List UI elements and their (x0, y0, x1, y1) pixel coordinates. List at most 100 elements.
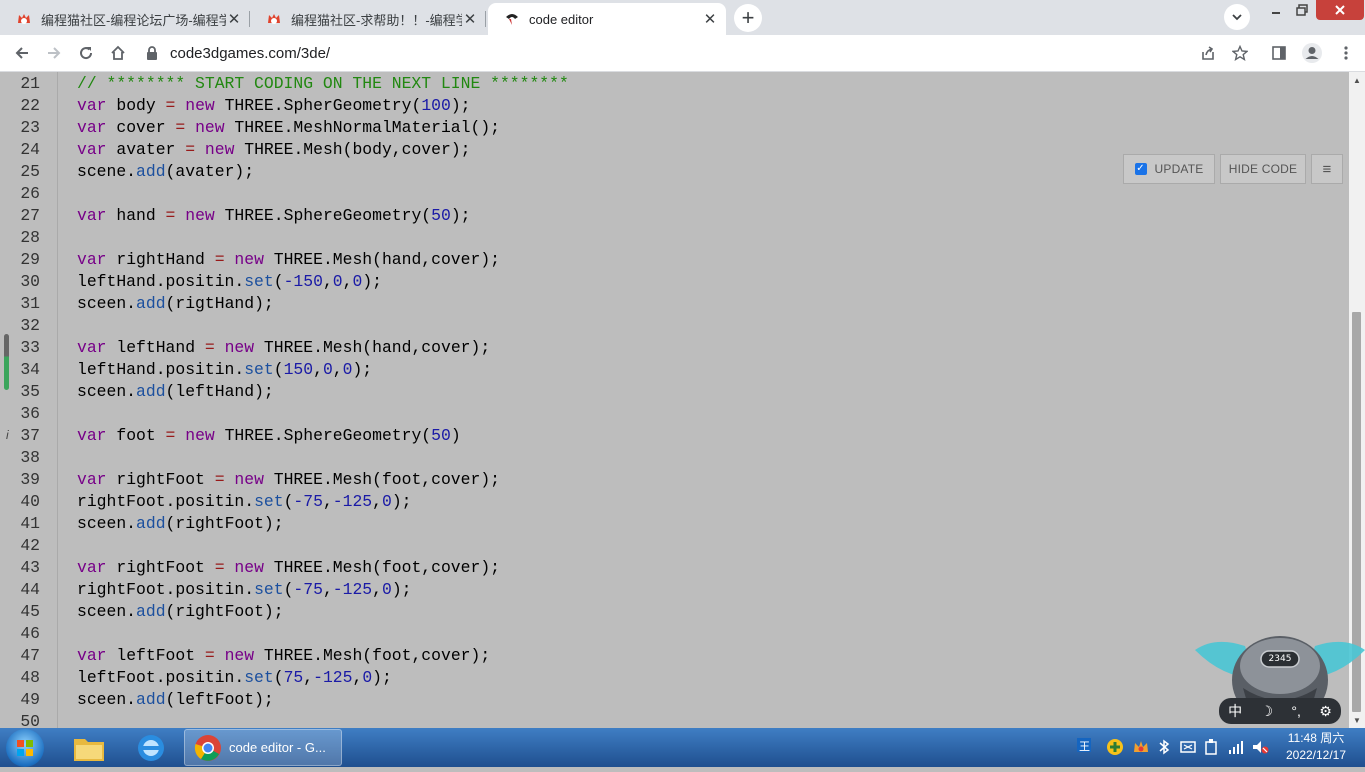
hide-code-button[interactable]: HIDE CODE (1220, 154, 1306, 184)
code-text[interactable]: sceen.add(rightFoot); (77, 601, 284, 623)
code-line[interactable]: 30 leftHand.positin.set(-150,0,0); (0, 271, 1349, 293)
code-text[interactable]: leftHand.positin.set(150,0,0); (77, 359, 372, 381)
moon-icon[interactable]: ☽ (1261, 703, 1274, 720)
code-text[interactable]: leftFoot.positin.set(75,-125,0); (77, 667, 392, 689)
code-text[interactable]: var leftHand = new THREE.Mesh(hand,cover… (77, 337, 490, 359)
tray-app-icon[interactable] (1132, 738, 1150, 759)
start-button[interactable] (6, 729, 44, 767)
code-line[interactable]: 26 (0, 183, 1349, 205)
code-line[interactable]: 32 (0, 315, 1349, 337)
code-line[interactable]: 40 rightFoot.positin.set(-75,-125,0); (0, 491, 1349, 513)
code-line[interactable]: 22 var body = new THREE.SpherGeometry(100… (0, 95, 1349, 117)
code-line[interactable]: 42 (0, 535, 1349, 557)
line-number: 30 (20, 272, 40, 291)
punctuation-icon[interactable]: °, (1291, 703, 1301, 719)
code-line[interactable]: 35 sceen.add(leftHand); (0, 381, 1349, 403)
close-icon[interactable]: ✕ (702, 11, 718, 28)
code-text[interactable]: sceen.add(leftHand); (77, 381, 274, 403)
code-line[interactable]: 46 (0, 623, 1349, 645)
code-line[interactable]: 23 var cover = new THREE.MeshNormalMateri… (0, 117, 1349, 139)
code-line[interactable]: 36 (0, 403, 1349, 425)
scroll-up-arrow-icon[interactable]: ▲ (1349, 72, 1365, 88)
code-line[interactable]: 41 sceen.add(rightFoot); (0, 513, 1349, 535)
code-line[interactable]: 33 var leftHand = new THREE.Mesh(hand,cov… (0, 337, 1349, 359)
profile-button[interactable] (1298, 39, 1326, 67)
system-clock[interactable]: 11:48 周六 2022/12/17 (1276, 730, 1356, 764)
restore-button[interactable] (1290, 0, 1314, 20)
code-text[interactable]: var hand = new THREE.SphereGeometry(50); (77, 205, 471, 227)
tab-codemao-forum[interactable]: 编程猫社区-编程论坛广场-编程学 ✕ (0, 3, 250, 35)
code-line[interactable]: 43 var rightFoot = new THREE.Mesh(foot,co… (0, 557, 1349, 579)
tray-security-icon[interactable] (1106, 738, 1124, 759)
code-line[interactable]: 29 var rightHand = new THREE.Mesh(hand,co… (0, 249, 1349, 271)
code-line[interactable]: 37 var foot = new THREE.SphereGeometry(50… (0, 425, 1349, 447)
code-line[interactable]: 48 leftFoot.positin.set(75,-125,0); (0, 667, 1349, 689)
code-text[interactable]: var foot = new THREE.SphereGeometry(50) (77, 425, 461, 447)
code-text[interactable]: rightFoot.positin.set(-75,-125,0); (77, 579, 412, 601)
tray-volume-icon[interactable] (1252, 739, 1270, 758)
code-line[interactable]: 21 // ******** START CODING ON THE NEXT L… (0, 73, 1349, 95)
update-toggle[interactable]: ✓ UPDATE (1123, 154, 1215, 184)
code-text[interactable]: var body = new THREE.SpherGeometry(100); (77, 95, 471, 117)
reload-button[interactable] (72, 39, 100, 67)
code-line[interactable]: 38 (0, 447, 1349, 469)
tray-network-device-icon[interactable] (1180, 739, 1196, 758)
code-line[interactable]: 34 leftHand.positin.set(150,0,0); (0, 359, 1349, 381)
code-text[interactable]: rightFoot.positin.set(-75,-125,0); (77, 491, 412, 513)
code-line[interactable]: 28 (0, 227, 1349, 249)
code-text[interactable]: var rightFoot = new THREE.Mesh(foot,cove… (77, 557, 500, 579)
tray-removable-icon[interactable] (1204, 739, 1218, 758)
code-text[interactable]: sceen.add(leftFoot); (77, 689, 274, 711)
editor-menu-button[interactable]: ≡ (1311, 154, 1343, 184)
close-icon[interactable]: ✕ (226, 11, 242, 28)
code-line[interactable]: 45 sceen.add(rightFoot); (0, 601, 1349, 623)
code-text[interactable]: var avater = new THREE.Mesh(body,cover); (77, 139, 471, 161)
code-text[interactable]: var rightHand = new THREE.Mesh(hand,cove… (77, 249, 500, 271)
vertical-scrollbar[interactable]: ▲ ▼ (1349, 72, 1365, 728)
chrome-taskbar-button[interactable]: code editor - G... (184, 729, 342, 766)
tray-signal-icon[interactable] (1228, 739, 1244, 758)
code-text[interactable]: sceen.add(rigtHand); (77, 293, 274, 315)
forward-button[interactable] (40, 39, 68, 67)
file-explorer-taskbar-button[interactable] (63, 730, 115, 766)
checkbox-icon[interactable]: ✓ (1134, 163, 1147, 175)
code-text[interactable]: leftHand.positin.set(-150,0,0); (77, 271, 382, 293)
code-line[interactable]: 31 sceen.add(rigtHand); (0, 293, 1349, 315)
line-number: 39 (20, 470, 40, 489)
code-line[interactable]: 47 var leftFoot = new THREE.Mesh(foot,cov… (0, 645, 1349, 667)
ie-taskbar-button[interactable] (125, 730, 177, 766)
bookmark-button[interactable] (1226, 39, 1254, 67)
back-button[interactable] (8, 39, 36, 67)
new-tab-button[interactable]: + (734, 4, 762, 32)
browser-menu-button[interactable] (1332, 39, 1360, 67)
code-text[interactable]: sceen.add(rightFoot); (77, 513, 284, 535)
code-line[interactable]: 27 var hand = new THREE.SphereGeometry(50… (0, 205, 1349, 227)
code-line[interactable]: 49 sceen.add(leftFoot); (0, 689, 1349, 711)
minimize-button[interactable] (1264, 0, 1288, 20)
code-line[interactable]: 50 (0, 711, 1349, 728)
tab-code-editor[interactable]: code editor ✕ (488, 3, 726, 35)
code-editor[interactable]: 21 // ******** START CODING ON THE NEXT L… (0, 72, 1349, 728)
tab-codemao-help[interactable]: 编程猫社区-求帮助！！-编程学习 ✕ (250, 3, 486, 35)
code-text[interactable]: var cover = new THREE.MeshNormalMaterial… (77, 117, 500, 139)
code-text[interactable]: var rightFoot = new THREE.Mesh(foot,cove… (77, 469, 500, 491)
tab-search-button[interactable] (1224, 4, 1250, 30)
ime-chinese-toggle[interactable]: 中 (1228, 701, 1242, 721)
gear-icon[interactable]: ⚙ (1319, 703, 1332, 720)
code-text[interactable]: scene.add(avater); (77, 161, 254, 183)
close-window-button[interactable] (1316, 0, 1364, 20)
tray-ime-icon[interactable]: 王 (1076, 737, 1092, 756)
home-button[interactable] (104, 39, 132, 67)
share-button[interactable] (1194, 39, 1222, 67)
side-panel-button[interactable] (1265, 39, 1293, 67)
code-text[interactable]: var leftFoot = new THREE.Mesh(foot,cover… (77, 645, 490, 667)
ime-toolbar: 中 ☽ °, ⚙ (1219, 698, 1341, 724)
floating-speed-widget[interactable]: 2345 中 ☽ °, ⚙ (1195, 632, 1365, 728)
code-line[interactable]: 44 rightFoot.positin.set(-75,-125,0); (0, 579, 1349, 601)
close-icon[interactable]: ✕ (462, 11, 478, 28)
code-line[interactable]: 39 var rightFoot = new THREE.Mesh(foot,co… (0, 469, 1349, 491)
code-text[interactable]: // ******** START CODING ON THE NEXT LIN… (77, 73, 569, 95)
tray-bluetooth-icon[interactable] (1158, 739, 1170, 758)
address-bar[interactable]: code3dgames.com/3de/ (140, 39, 1260, 67)
codemao-icon (18, 14, 30, 24)
